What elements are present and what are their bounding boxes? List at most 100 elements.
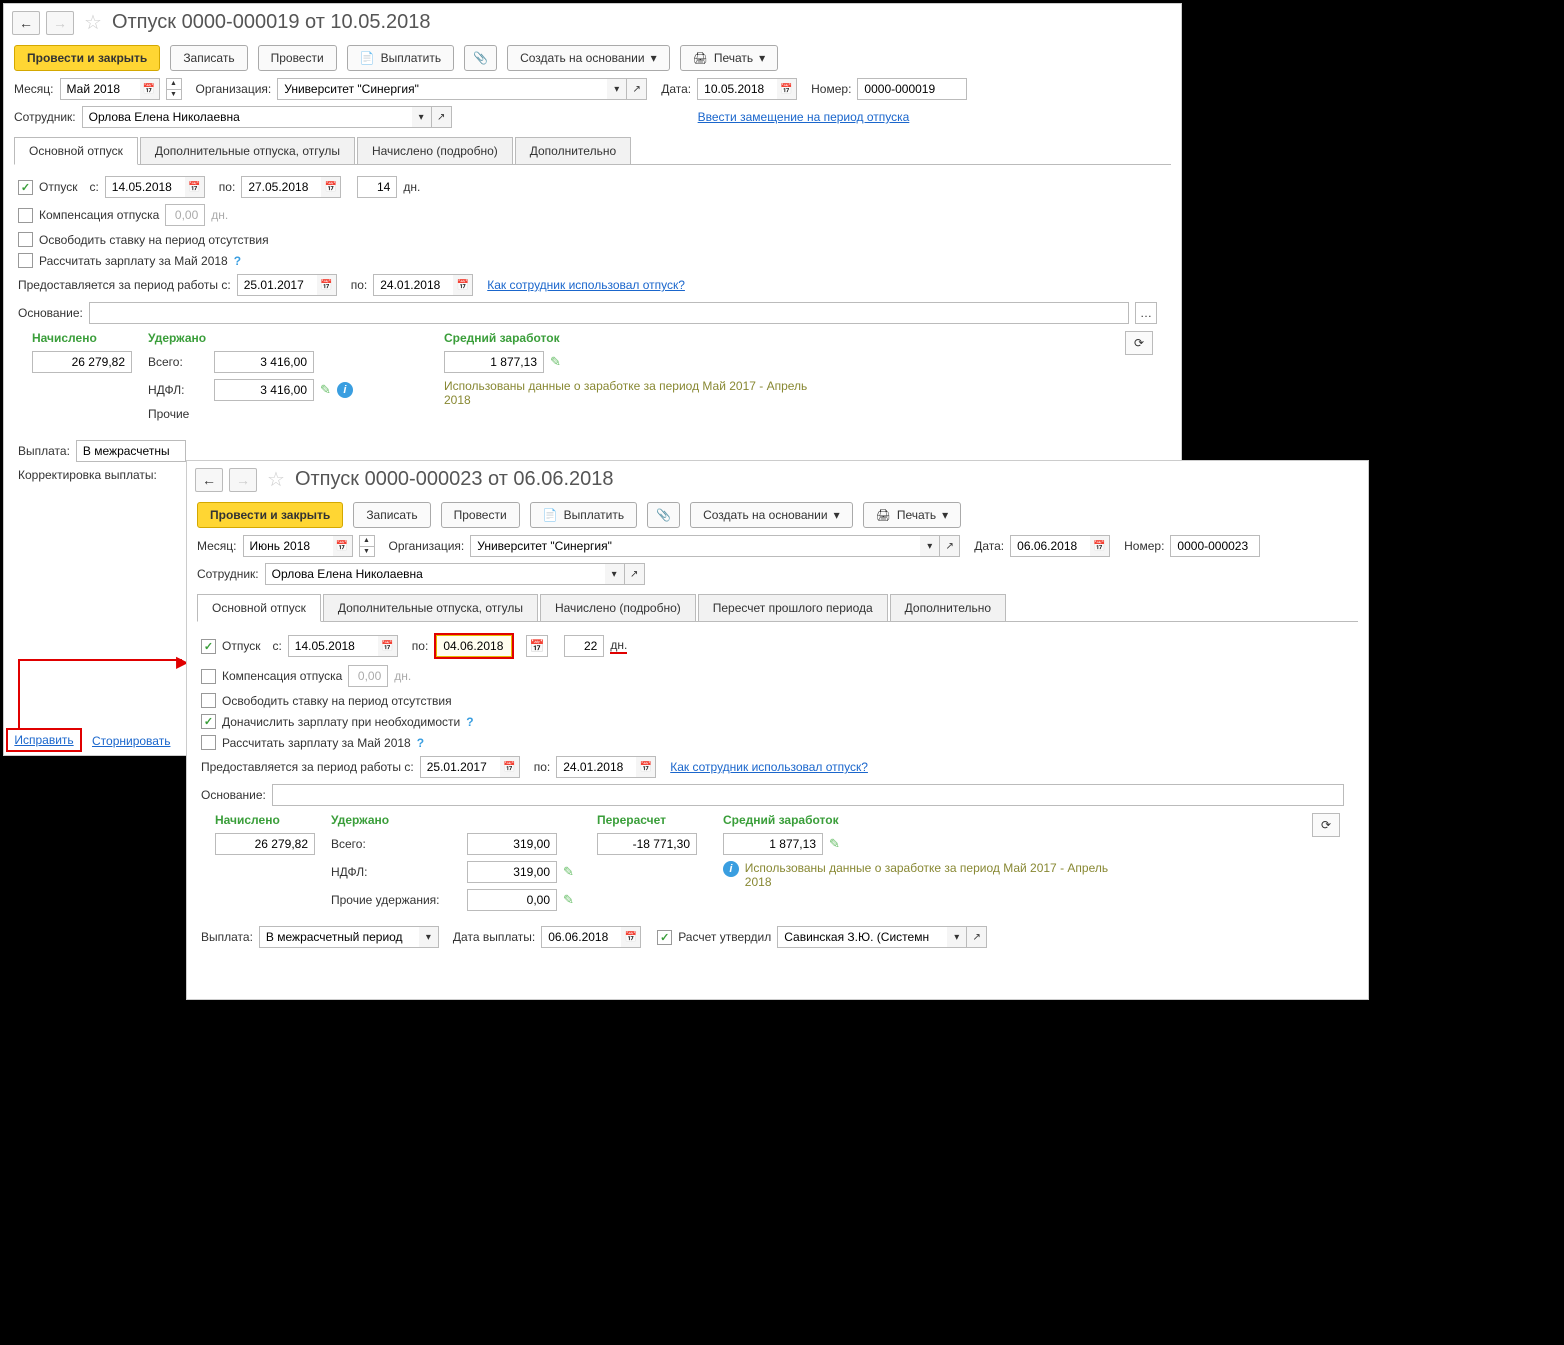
save-button[interactable]: Записать bbox=[353, 502, 430, 528]
emp-dropdown-icon[interactable]: ▾ bbox=[412, 106, 432, 128]
date-calendar-icon[interactable]: 📅 bbox=[1090, 535, 1110, 557]
storno-link[interactable]: Сторнировать bbox=[92, 734, 170, 748]
days-input[interactable] bbox=[357, 176, 397, 198]
tab-accrued[interactable]: Начислено (подробно) bbox=[540, 594, 696, 621]
num-input[interactable] bbox=[1170, 535, 1260, 557]
vacation-checkbox[interactable]: ✓ bbox=[201, 639, 216, 654]
paydate-calendar-icon[interactable]: 📅 bbox=[621, 926, 641, 948]
post-button[interactable]: Провести bbox=[441, 502, 520, 528]
refresh-button[interactable]: ⟳ bbox=[1312, 813, 1340, 837]
from-calendar-icon[interactable]: 📅 bbox=[378, 635, 398, 657]
vacation-checkbox[interactable]: ✓ bbox=[18, 180, 33, 195]
substitution-link[interactable]: Ввести замещение на период отпуска bbox=[698, 110, 910, 124]
to-calendar-icon[interactable]: 📅 bbox=[321, 176, 341, 198]
to-input[interactable] bbox=[241, 176, 321, 198]
period-to-input[interactable] bbox=[373, 274, 453, 296]
org-input[interactable] bbox=[277, 78, 607, 100]
create-from-button[interactable]: Создать на основании▾ bbox=[690, 502, 853, 528]
print-button[interactable]: 🖨Печать▾ bbox=[680, 45, 779, 71]
from-input[interactable] bbox=[288, 635, 378, 657]
emp-input[interactable] bbox=[82, 106, 412, 128]
emp-open-icon[interactable]: ↗ bbox=[432, 106, 452, 128]
period-from-input[interactable] bbox=[420, 756, 500, 778]
tab-main[interactable]: Основной отпуск bbox=[197, 594, 321, 622]
calc-checkbox[interactable] bbox=[18, 253, 33, 268]
to-calendar-icon[interactable]: 📅 bbox=[526, 635, 548, 657]
emp-open-icon[interactable]: ↗ bbox=[625, 563, 645, 585]
approver-input[interactable] bbox=[777, 926, 947, 948]
num-input[interactable] bbox=[857, 78, 967, 100]
paydate-input[interactable] bbox=[541, 926, 621, 948]
tab-additional[interactable]: Дополнительно bbox=[890, 594, 1006, 621]
emp-dropdown-icon[interactable]: ▾ bbox=[605, 563, 625, 585]
release-checkbox[interactable] bbox=[201, 693, 216, 708]
pay-button[interactable]: 📄Выплатить bbox=[530, 502, 637, 528]
comp-checkbox[interactable] bbox=[18, 208, 33, 223]
to-input[interactable] bbox=[436, 635, 512, 657]
basis-more-icon[interactable]: … bbox=[1135, 302, 1157, 324]
calc-checkbox[interactable] bbox=[201, 735, 216, 750]
correct-link[interactable]: Исправить bbox=[14, 733, 73, 747]
post-close-button[interactable]: Провести и закрыть bbox=[197, 502, 343, 528]
approver-dropdown-icon[interactable]: ▾ bbox=[947, 926, 967, 948]
org-input[interactable] bbox=[470, 535, 920, 557]
period-to-input[interactable] bbox=[556, 756, 636, 778]
date-input[interactable] bbox=[697, 78, 777, 100]
usage-link[interactable]: Как сотрудник использовал отпуск? bbox=[670, 760, 868, 774]
tab-additional[interactable]: Дополнительно bbox=[515, 137, 631, 164]
attach-button[interactable]: 📎 bbox=[647, 502, 680, 528]
org-dropdown-icon[interactable]: ▾ bbox=[920, 535, 940, 557]
tab-extra[interactable]: Дополнительные отпуска, отгулы bbox=[323, 594, 538, 621]
back-button[interactable]: ← bbox=[195, 468, 223, 492]
create-from-button[interactable]: Создать на основании▾ bbox=[507, 45, 670, 71]
usage-link[interactable]: Как сотрудник использовал отпуск? bbox=[487, 278, 685, 292]
basis-input[interactable] bbox=[272, 784, 1344, 806]
month-input[interactable] bbox=[60, 78, 140, 100]
save-button[interactable]: Записать bbox=[170, 45, 247, 71]
back-button[interactable]: ← bbox=[12, 11, 40, 35]
release-checkbox[interactable] bbox=[18, 232, 33, 247]
period-from-calendar-icon[interactable]: 📅 bbox=[500, 756, 520, 778]
approver-open-icon[interactable]: ↗ bbox=[967, 926, 987, 948]
from-calendar-icon[interactable]: 📅 bbox=[185, 176, 205, 198]
help-icon[interactable]: ? bbox=[234, 254, 241, 268]
pencil-icon[interactable]: ✎ bbox=[320, 382, 331, 398]
forward-button[interactable]: → bbox=[46, 11, 74, 35]
org-open-icon[interactable]: ↗ bbox=[627, 78, 647, 100]
attach-button[interactable]: 📎 bbox=[464, 45, 497, 71]
month-spinner[interactable]: ▲▼ bbox=[359, 535, 375, 557]
tab-recalc[interactable]: Пересчет прошлого периода bbox=[698, 594, 888, 621]
info-icon[interactable]: i bbox=[723, 861, 739, 877]
tab-accrued[interactable]: Начислено (подробно) bbox=[357, 137, 513, 164]
period-from-calendar-icon[interactable]: 📅 bbox=[317, 274, 337, 296]
month-calendar-icon[interactable]: 📅 bbox=[140, 78, 160, 100]
date-input[interactable] bbox=[1010, 535, 1090, 557]
basis-input[interactable] bbox=[89, 302, 1129, 324]
info-icon[interactable]: i bbox=[337, 382, 353, 398]
month-input[interactable] bbox=[243, 535, 333, 557]
period-to-calendar-icon[interactable]: 📅 bbox=[636, 756, 656, 778]
favorite-icon[interactable]: ☆ bbox=[84, 10, 102, 35]
month-spinner[interactable]: ▲▼ bbox=[166, 78, 182, 100]
emp-input[interactable] bbox=[265, 563, 605, 585]
pencil-icon[interactable]: ✎ bbox=[550, 354, 561, 370]
pencil-icon[interactable]: ✎ bbox=[563, 864, 574, 880]
post-button[interactable]: Провести bbox=[258, 45, 337, 71]
period-to-calendar-icon[interactable]: 📅 bbox=[453, 274, 473, 296]
approved-checkbox[interactable]: ✓ bbox=[657, 930, 672, 945]
favorite-icon[interactable]: ☆ bbox=[267, 467, 285, 492]
period-from-input[interactable] bbox=[237, 274, 317, 296]
pencil-icon[interactable]: ✎ bbox=[829, 836, 840, 852]
tab-main[interactable]: Основной отпуск bbox=[14, 137, 138, 165]
comp-checkbox[interactable] bbox=[201, 669, 216, 684]
docalc-checkbox[interactable]: ✓ bbox=[201, 714, 216, 729]
date-calendar-icon[interactable]: 📅 bbox=[777, 78, 797, 100]
month-calendar-icon[interactable]: 📅 bbox=[333, 535, 353, 557]
pencil-icon[interactable]: ✎ bbox=[563, 892, 574, 908]
org-dropdown-icon[interactable]: ▾ bbox=[607, 78, 627, 100]
days-input[interactable] bbox=[564, 635, 604, 657]
payout-input[interactable] bbox=[76, 440, 186, 462]
tab-extra[interactable]: Дополнительные отпуска, отгулы bbox=[140, 137, 355, 164]
print-button[interactable]: 🖨Печать▾ bbox=[863, 502, 962, 528]
payout-dropdown-icon[interactable]: ▾ bbox=[419, 926, 439, 948]
